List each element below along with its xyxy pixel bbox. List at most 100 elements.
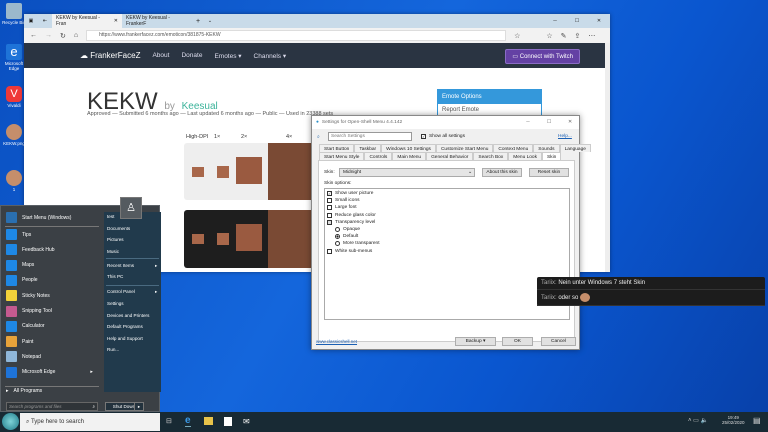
- skin-option[interactable]: Large font: [327, 205, 357, 211]
- start-right-item[interactable]: Help and Support: [107, 336, 143, 341]
- home-icon[interactable]: ⌂: [74, 32, 78, 39]
- start-right-item[interactable]: Documents: [107, 226, 130, 231]
- skin-option[interactable]: Reduce glass color: [327, 212, 376, 218]
- back-icon[interactable]: ←: [30, 32, 37, 39]
- start-right-item[interactable]: test: [107, 214, 114, 219]
- settings-tab[interactable]: Customize Start Menu: [435, 144, 494, 152]
- settings-tab[interactable]: Search Box: [473, 152, 509, 160]
- ok-button[interactable]: OK: [502, 337, 533, 346]
- minimize-button[interactable]: ─: [544, 18, 566, 24]
- help-link[interactable]: Help...: [558, 134, 572, 139]
- url-input[interactable]: https://www.frankerfacez.com/emoticon/38…: [86, 30, 507, 41]
- start-item[interactable]: Tips: [6, 229, 31, 240]
- show-all-settings-checkbox[interactable]: ✓ Show all settings: [421, 134, 465, 139]
- edge-taskbar-icon[interactable]: e: [185, 415, 191, 427]
- desktop-icon-edge[interactable]: e Microsoft Edge: [2, 44, 26, 71]
- cancel-button[interactable]: Cancel: [541, 337, 576, 346]
- settings-tab[interactable]: Main Menu: [392, 152, 427, 160]
- start-button[interactable]: [2, 413, 19, 430]
- maximize-button[interactable]: ☐: [566, 18, 588, 24]
- start-item[interactable]: Notepad: [6, 351, 41, 363]
- start-item[interactable]: Maps: [6, 259, 34, 271]
- nav-emotes[interactable]: Emotes ▾: [214, 52, 241, 60]
- set-aside-icon[interactable]: ⇤: [38, 18, 52, 24]
- checkbox[interactable]: ✓: [327, 191, 332, 196]
- nav-channels[interactable]: Channels ▾: [254, 52, 287, 60]
- checkbox[interactable]: [327, 248, 332, 254]
- tray-icons[interactable]: ˄ ▭ 🔈: [688, 417, 708, 424]
- settings-tab[interactable]: Sounds: [533, 144, 560, 152]
- clock[interactable]: 19:49 25/02/2020: [722, 415, 745, 425]
- notifications-icon[interactable]: ▤: [753, 416, 761, 425]
- settings-tab[interactable]: Controls: [364, 152, 393, 160]
- refresh-icon[interactable]: ↻: [60, 32, 66, 40]
- tab-actions-icon[interactable]: ▣: [24, 18, 38, 24]
- skin-option[interactable]: Transparency level: [327, 219, 375, 225]
- start-item[interactable]: Feedback Hub: [6, 244, 55, 256]
- start-right-item[interactable]: Music: [107, 249, 119, 254]
- start-right-item[interactable]: Run...: [107, 347, 119, 352]
- start-right-item[interactable]: Pictures: [107, 237, 124, 242]
- search-programs-input[interactable]: Search programs and files ⌕: [6, 402, 98, 411]
- close-button[interactable]: ✕: [588, 18, 610, 24]
- store-icon[interactable]: [224, 417, 232, 426]
- start-right-item[interactable]: This PC: [107, 274, 123, 279]
- start-item[interactable]: Microsoft Edge ▸: [6, 366, 93, 378]
- minimize-button[interactable]: ─: [519, 120, 537, 125]
- close-button[interactable]: ✕: [561, 120, 579, 125]
- desktop-icon-kekw[interactable]: KEKW.png: [2, 124, 26, 146]
- maximize-button[interactable]: ☐: [540, 120, 558, 125]
- brand-logo[interactable]: ☁ FrankerFaceZ: [80, 51, 140, 60]
- nav-donate[interactable]: Donate: [181, 52, 202, 59]
- settings-tab[interactable]: Windows 10 Settings: [381, 144, 436, 152]
- scrollbar[interactable]: [605, 43, 610, 272]
- radio-button[interactable]: [335, 234, 340, 240]
- start-menu-windows-item[interactable]: Start Menu (Windows): [6, 212, 71, 223]
- skin-option[interactable]: Small icons: [327, 198, 360, 204]
- new-tab-button[interactable]: +: [192, 18, 204, 25]
- about-skin-button[interactable]: About this skin: [482, 168, 522, 177]
- skin-option[interactable]: ✓ Show user picture: [327, 191, 373, 196]
- all-programs-item[interactable]: ▸ All Programs: [6, 388, 42, 394]
- skin-select[interactable]: Midnight ⌄: [339, 168, 475, 177]
- skin-option[interactable]: Default: [335, 234, 358, 240]
- reset-skin-button[interactable]: Reset skin: [529, 168, 569, 177]
- more-icon[interactable]: ⋯: [588, 32, 595, 40]
- start-right-item[interactable]: Settings: [107, 301, 124, 306]
- settings-tab[interactable]: Language: [559, 144, 591, 152]
- mail-icon[interactable]: ✉: [243, 417, 250, 426]
- start-item[interactable]: Snipping Tool: [6, 305, 52, 317]
- backup-button[interactable]: Backup ▾: [455, 337, 496, 346]
- skin-option[interactable]: White sub-menus: [327, 248, 372, 254]
- task-view-icon[interactable]: ⊟: [166, 417, 172, 425]
- desktop-icon-recycle-bin[interactable]: Recycle Bin: [2, 3, 26, 25]
- pen-icon[interactable]: ✎: [561, 32, 567, 40]
- tab-kekw-2[interactable]: KEKW by Keesual - FrankerF: [122, 14, 192, 28]
- settings-tab[interactable]: General Behavior: [426, 152, 474, 160]
- desktop-icon-1[interactable]: 1: [2, 170, 26, 192]
- close-icon[interactable]: ✕: [114, 18, 118, 24]
- settings-tab[interactable]: Skin: [541, 152, 562, 160]
- chevron-down-icon[interactable]: ⌄: [204, 18, 216, 24]
- checkbox[interactable]: [327, 205, 332, 211]
- start-item[interactable]: Calculator: [6, 320, 45, 332]
- classicshell-link[interactable]: www.classicshell.net: [316, 339, 357, 344]
- skin-option[interactable]: Opaque: [335, 227, 360, 232]
- taskbar-search-input[interactable]: ⌕ Type here to search: [20, 413, 160, 431]
- start-right-item[interactable]: Default Programs: [107, 324, 143, 329]
- desktop-icon-vivaldi[interactable]: V Vivaldi: [2, 86, 26, 108]
- start-item[interactable]: Paint: [6, 336, 33, 348]
- settings-tab[interactable]: Start Menu Style: [319, 152, 365, 160]
- settings-tab[interactable]: Menu Look: [508, 152, 542, 160]
- radio-button[interactable]: [335, 227, 340, 232]
- start-right-item[interactable]: Control Panel: [107, 289, 135, 294]
- favorites-icon[interactable]: ☆: [546, 32, 552, 40]
- checkbox[interactable]: [327, 198, 332, 204]
- shutdown-options-button[interactable]: ▸: [134, 402, 144, 411]
- checkbox[interactable]: [327, 212, 332, 218]
- skin-option[interactable]: More transparent: [335, 241, 380, 247]
- start-right-item[interactable]: Devices and Printers: [107, 313, 149, 318]
- settings-tab[interactable]: Context Menu: [493, 144, 534, 152]
- file-explorer-icon[interactable]: [204, 417, 213, 425]
- settings-tab[interactable]: Taskbar: [354, 144, 382, 152]
